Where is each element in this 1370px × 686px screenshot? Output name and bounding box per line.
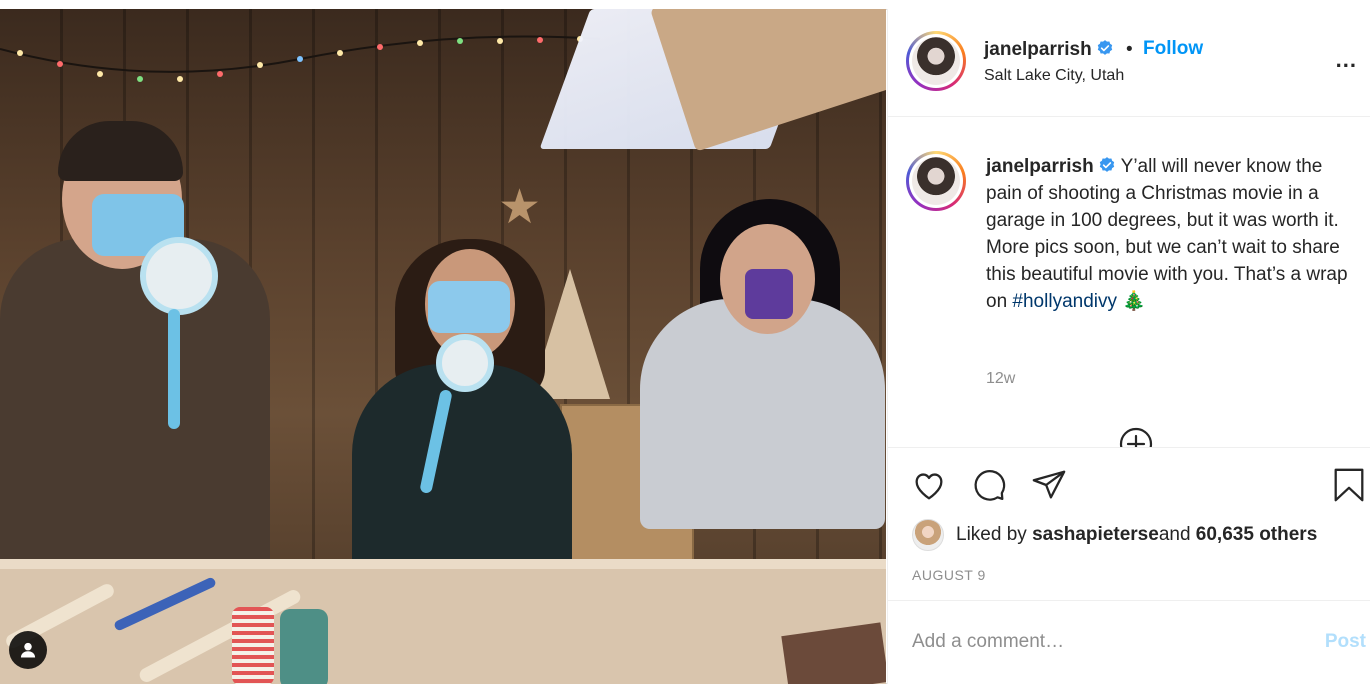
post-location[interactable]: Salt Lake City, Utah bbox=[984, 67, 1124, 85]
workbench bbox=[0, 569, 886, 684]
verified-badge-icon bbox=[1097, 40, 1112, 55]
caption-text: janelparrish Y’all will never know the p… bbox=[986, 153, 1356, 315]
post-comment-button[interactable]: Post bbox=[1325, 631, 1366, 653]
caption-time-ago[interactable]: 12w bbox=[986, 370, 1015, 388]
person-left-body bbox=[0, 239, 270, 569]
string-lights bbox=[0, 35, 600, 82]
plus-circle-icon[interactable] bbox=[1119, 427, 1153, 447]
caption-body: Y’all will never know the pain of shooti… bbox=[986, 156, 1348, 312]
phone bbox=[745, 269, 793, 319]
handheld-fan bbox=[436, 334, 494, 392]
post-side-panel: janelparrish • Follow Salt Lake City, Ut… bbox=[887, 9, 1370, 684]
glue-bottle bbox=[280, 609, 328, 684]
user-tag-button[interactable] bbox=[9, 631, 47, 669]
person-middle-body bbox=[352, 364, 572, 584]
twine-spool bbox=[232, 607, 274, 684]
post-photo[interactable]: ★ bbox=[0, 9, 886, 684]
liker-username[interactable]: sashapieterse bbox=[1032, 524, 1159, 546]
comment-input[interactable]: Add a comment… bbox=[912, 631, 1064, 653]
face-mask bbox=[428, 281, 510, 333]
tree-emoji: 🎄 bbox=[1122, 291, 1146, 312]
liker-avatar[interactable] bbox=[912, 519, 944, 551]
likes-prefix: Liked by bbox=[956, 524, 1027, 545]
separator-dot: • bbox=[1126, 39, 1133, 60]
likes-middle: and bbox=[1158, 524, 1191, 545]
author-username-text[interactable]: janelparrish bbox=[984, 39, 1092, 60]
share-icon[interactable] bbox=[1030, 466, 1068, 504]
post-header: janelparrish • Follow Salt Lake City, Ut… bbox=[888, 9, 1370, 117]
bookmark-icon[interactable] bbox=[1330, 466, 1368, 504]
author-username[interactable]: janelparrish bbox=[984, 39, 1114, 61]
handheld-fan bbox=[140, 237, 218, 315]
caption-username[interactable]: janelparrish bbox=[986, 156, 1094, 177]
hashtag-link[interactable]: #hollyandivy bbox=[1012, 291, 1117, 312]
caption-avatar[interactable] bbox=[906, 151, 966, 211]
likes-others-link[interactable]: 60,635 others bbox=[1196, 524, 1317, 546]
comment-icon[interactable] bbox=[970, 466, 1008, 504]
likes-summary: Liked by sashapieterse and 60,635 others bbox=[912, 519, 1317, 551]
star-decoration: ★ bbox=[498, 181, 542, 234]
verified-badge-icon bbox=[1099, 157, 1114, 172]
follow-button[interactable]: Follow bbox=[1143, 38, 1203, 60]
caption-section: janelparrish Y’all will never know the p… bbox=[888, 117, 1370, 447]
comment-bar: Add a comment… Post bbox=[888, 600, 1370, 686]
author-avatar[interactable] bbox=[906, 31, 966, 91]
user-icon bbox=[20, 642, 36, 658]
post-date[interactable]: AUGUST 9 bbox=[912, 567, 986, 583]
more-options-button[interactable]: ... bbox=[1336, 47, 1357, 73]
fan-handle bbox=[168, 309, 180, 429]
actions-section: Liked by sashapieterse and 60,635 others… bbox=[888, 447, 1370, 685]
heart-icon[interactable] bbox=[910, 466, 948, 504]
